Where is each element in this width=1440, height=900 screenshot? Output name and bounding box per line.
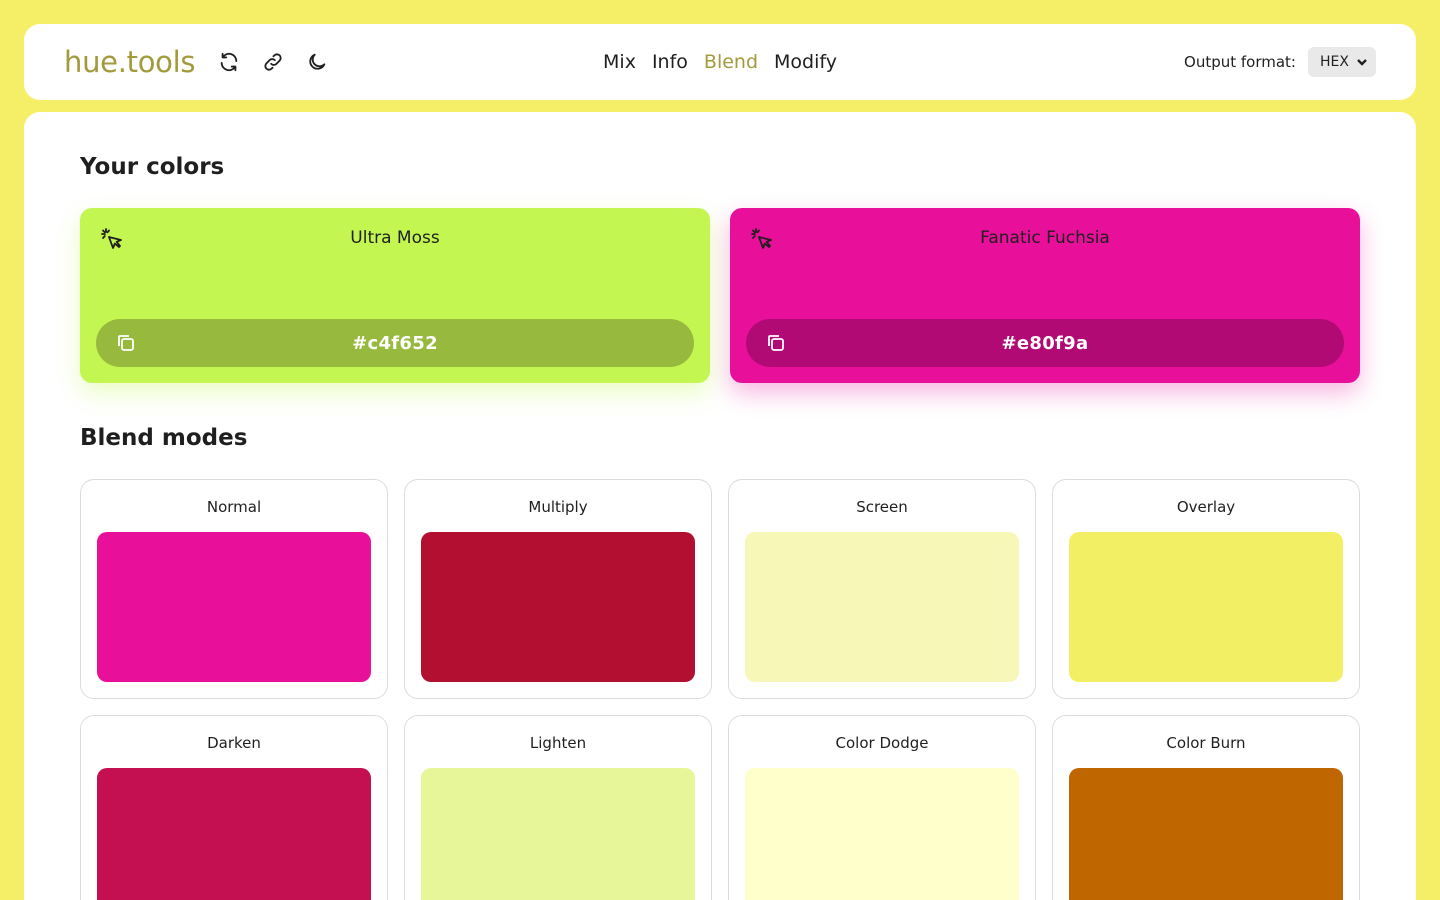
color-card-1: Ultra Moss #c4f652: [80, 208, 710, 383]
blend-name: Lighten: [529, 734, 587, 752]
blend-card-lighten: Lighten: [404, 715, 712, 900]
main-nav: Mix Info Blend Modify: [603, 51, 837, 73]
main-panel: Your colors Ultra Moss #c4f652 Fanatic F…: [24, 112, 1416, 900]
output-format-value: HEX: [1320, 54, 1349, 70]
moon-icon[interactable]: [305, 50, 329, 74]
blend-card-screen: Screen: [728, 479, 1036, 699]
your-colors-title: Your colors: [80, 154, 225, 180]
output-format-select[interactable]: HEX: [1308, 47, 1376, 77]
color-name[interactable]: Ultra Moss: [80, 228, 710, 248]
blend-name: Overlay: [1176, 498, 1236, 516]
nav-modify[interactable]: Modify: [774, 51, 837, 73]
nav-info[interactable]: Info: [652, 51, 688, 73]
app-logo[interactable]: hue.tools: [64, 45, 195, 79]
blend-swatch[interactable]: [421, 768, 695, 900]
blend-card-color-dodge: Color Dodge: [728, 715, 1036, 900]
copy-icon: [116, 333, 136, 353]
copy-icon: [766, 333, 786, 353]
output-format: Output format: HEX: [1184, 47, 1376, 77]
blend-card-multiply: Multiply: [404, 479, 712, 699]
top-bar: hue.tools Mix Info Blend Modify Output f…: [24, 24, 1416, 100]
color-card-2: Fanatic Fuchsia #e80f9a: [730, 208, 1360, 383]
blend-swatch[interactable]: [97, 532, 371, 682]
nav-mix[interactable]: Mix: [603, 51, 636, 73]
blend-name: Color Dodge: [835, 734, 929, 752]
blend-name: Multiply: [528, 498, 588, 516]
nav-blend[interactable]: Blend: [704, 51, 758, 73]
blend-modes-grid: Normal Multiply Screen Overlay Darken Li…: [80, 479, 1360, 900]
refresh-icon[interactable]: [217, 50, 241, 74]
toolbar-icons: [217, 50, 329, 74]
blend-swatch[interactable]: [1069, 768, 1343, 900]
blend-card-darken: Darken: [80, 715, 388, 900]
blend-name: Color Burn: [1166, 734, 1246, 752]
output-format-label: Output format:: [1184, 53, 1296, 71]
blend-name: Normal: [206, 498, 262, 516]
hex-value: #c4f652: [352, 332, 438, 354]
blend-swatch[interactable]: [745, 532, 1019, 682]
blend-card-overlay: Overlay: [1052, 479, 1360, 699]
blend-card-normal: Normal: [80, 479, 388, 699]
link-icon[interactable]: [261, 50, 285, 74]
blend-swatch[interactable]: [745, 768, 1019, 900]
color-name[interactable]: Fanatic Fuchsia: [730, 228, 1360, 248]
copy-hex-button[interactable]: #c4f652: [96, 319, 694, 367]
blend-name: Darken: [207, 734, 261, 752]
blend-swatch[interactable]: [97, 768, 371, 900]
copy-hex-button[interactable]: #e80f9a: [746, 319, 1344, 367]
blend-name: Screen: [856, 498, 908, 516]
blend-modes-title: Blend modes: [80, 425, 248, 451]
chevron-down-icon: [1357, 59, 1367, 66]
blend-swatch[interactable]: [421, 532, 695, 682]
hex-value: #e80f9a: [1001, 332, 1089, 354]
blend-swatch[interactable]: [1069, 532, 1343, 682]
blend-card-color-burn: Color Burn: [1052, 715, 1360, 900]
